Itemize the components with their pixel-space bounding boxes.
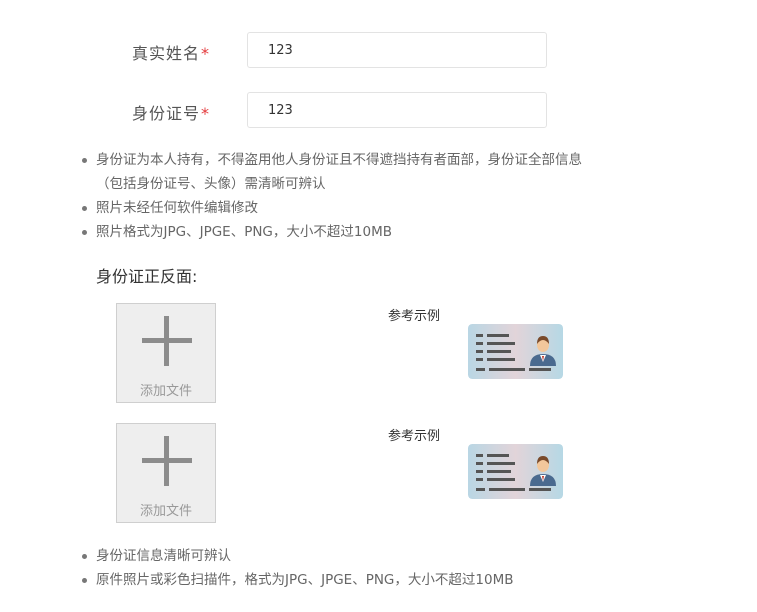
example-label: 参考示例	[388, 429, 441, 444]
upload-back-button[interactable]: 添加文件	[116, 423, 216, 523]
upload-label: 添加文件	[139, 384, 192, 399]
id-card-icon	[468, 444, 563, 499]
upload-front-button[interactable]: 添加文件	[116, 303, 216, 403]
requirements-list: 身份证为本人持有，不得盗用他人身份证且不得遮挡持有者面部，身份证全部信息（包括身…	[82, 148, 606, 244]
plus-icon	[142, 436, 192, 486]
id-number-row: 身份证号*	[0, 92, 757, 130]
required-mark: *	[201, 104, 210, 123]
id-number-label: 身份证号*	[131, 104, 210, 123]
required-mark: *	[201, 44, 210, 63]
list-item: 身份证为本人持有，不得盗用他人身份证且不得遮挡持有者面部，身份证全部信息（包括身…	[82, 148, 606, 196]
example-label: 参考示例	[388, 309, 441, 324]
plus-icon	[142, 316, 192, 366]
upload-requirements-list: 身份证信息清晰可辨认 原件照片或彩色扫描件，格式为JPG、JPGE、PNG，大小…	[82, 544, 606, 592]
id-card-icon	[468, 324, 563, 379]
section-title: 身份证正反面:	[96, 267, 198, 286]
id-number-input[interactable]	[247, 92, 547, 128]
list-item: 身份证信息清晰可辨认	[82, 544, 606, 568]
name-row: 真实姓名*	[0, 32, 757, 70]
upload-label: 添加文件	[139, 504, 192, 519]
name-input[interactable]	[247, 32, 547, 68]
list-item: 照片未经任何软件编辑修改	[82, 196, 606, 220]
name-label: 真实姓名*	[131, 44, 210, 63]
list-item: 原件照片或彩色扫描件，格式为JPG、JPGE、PNG，大小不超过10MB	[82, 568, 606, 592]
list-item: 照片格式为JPG、JPGE、PNG，大小不超过10MB	[82, 220, 606, 244]
